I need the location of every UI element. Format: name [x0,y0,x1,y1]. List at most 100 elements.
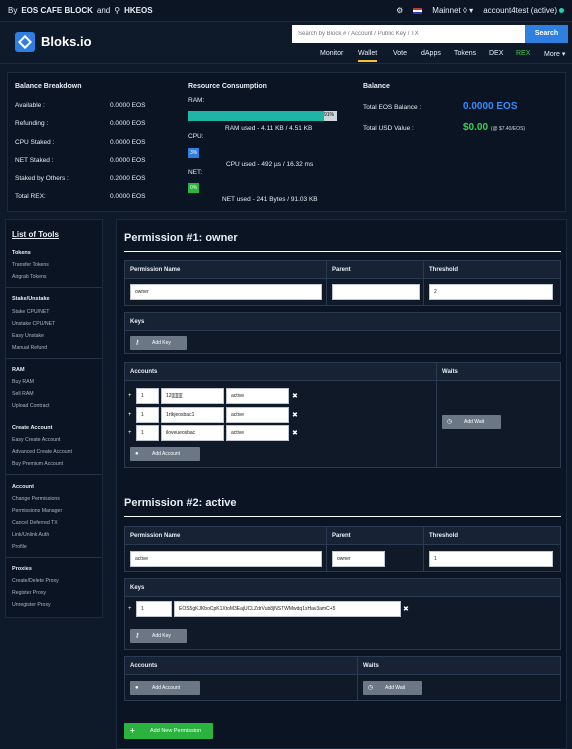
threshold-header: Threshold [429,267,459,273]
settings-icon[interactable]: ⚙ [396,6,403,15]
account-weight-input[interactable]: 1 [136,425,159,441]
active-threshold-input[interactable]: 1 [429,551,553,567]
permission-name-header: Permission Name [130,533,181,539]
owner-threshold-input[interactable]: 2 [429,284,553,300]
nav-monitor[interactable]: Monitor [320,50,343,57]
remove-account-icon[interactable]: ✖ [292,411,298,419]
sidebar-item-permissions-manager[interactable]: Permissions Manager [12,508,62,514]
header: Bloks.io Search Monitor Wallet Vote dApp… [0,22,572,64]
parent-header: Parent [332,533,351,539]
owner-parent-input[interactable] [332,284,420,300]
sidebar-item-transfer-tokens[interactable]: Transfer Tokens [12,262,49,268]
sidebar-item-buy-ram[interactable]: Buy RAM [12,379,34,385]
net-used: NET used - 241 Bytes / 91.03 KB [222,196,318,203]
sidebar-item-upload-contract[interactable]: Upload Contract [12,403,50,409]
account-weight-input[interactable]: 1 [136,388,159,404]
sidebar-item-cancel-deferred[interactable]: Cancel Deferred TX [12,520,58,526]
brand-name[interactable]: Bloks.io [41,34,92,49]
remove-account-icon[interactable]: ✖ [292,429,298,437]
account-name-input[interactable]: 1rtkjeosbac1 [161,407,224,423]
total-usd-label: Total USD Value : [363,125,414,132]
add-new-permission-button[interactable]: + Add New Permission [124,723,213,739]
remove-account-icon[interactable]: ✖ [292,392,298,400]
active-keys-panel: Keys + 1 EOS5gKJKboCpK1XtoM3EajUCLZdrVub… [124,578,561,650]
account-weight-input[interactable]: 1 [136,407,159,423]
plus-icon: + [128,606,132,612]
owner-name-input[interactable]: owner [130,284,322,300]
nav-rex[interactable]: REX [516,50,530,57]
nav-more[interactable]: More ▾ [544,50,565,58]
nav-dapps[interactable]: dApps [421,50,441,57]
sidebar-item-link-auth[interactable]: Link/Unlink Auth [12,532,49,538]
divider [124,251,561,252]
public-key-input[interactable]: EOS5gKJKboCpK1XtoM3EajUCLZdrVub8jNSTWMwd… [174,601,401,617]
sidebar-item-airgrab-tokens[interactable]: Airgrab Tokens [12,274,47,280]
bloks-logo-icon[interactable] [15,32,35,52]
sidebar-section-create-account: Create Account [12,425,53,431]
breakdown-row-rex: Total REX: 0.0000 EOS [15,193,146,200]
sidebar-item-unstake[interactable]: Unstake CPU/NET [12,321,55,327]
add-wait-button[interactable]: ◷ Add Wait [363,681,422,695]
sidebar-item-unregister-proxy[interactable]: Unregister Proxy [12,602,51,608]
active-name-input[interactable]: active [130,551,322,567]
sidebar-section-proxies: Proxies [12,566,32,572]
sidebar-item-stake[interactable]: Stake CPU/NET [12,309,49,315]
nav-tokens[interactable]: Tokens [454,50,476,57]
key-icon: ⚷ [135,633,140,639]
tools-sidebar: List of Tools Tokens Transfer Tokens Air… [5,219,103,618]
chevron-down-icon: ▾ [469,6,474,15]
nav-vote[interactable]: Vote [393,50,407,57]
sidebar-item-premium-account[interactable]: Buy Premium Account [12,461,63,467]
sidebar-section-stake: Stake/Unstake [12,296,50,302]
account-name-input[interactable]: 12[[[[[[[[ [161,388,224,404]
account-permission-input[interactable]: active [226,388,289,404]
key-weight-input[interactable]: 1 [136,601,172,617]
add-key-button[interactable]: ⚷ Add Key [130,629,187,643]
add-key-button[interactable]: ⚷ Add Key [130,336,187,350]
total-usd: $0.00 (@ $7.40/EOS) [463,122,525,133]
tools-title[interactable]: List of Tools [12,230,59,239]
account-name-input[interactable]: iloveueosbac [161,425,224,441]
sidebar-item-register-proxy[interactable]: Register Proxy [12,590,46,596]
breakdown-row-net: NET Staked :0.0000 EOS [15,157,146,164]
network-selector[interactable]: Mainnet ◊ ▾ [432,6,473,15]
top-bar: By EOS CAFE BLOCK and ⚲ HKEOS ⚙ Mainnet … [0,0,572,22]
net-label: NET: [188,169,203,176]
sidebar-item-create-proxy[interactable]: Create/Delete Proxy [12,578,59,584]
plus-icon: + [128,430,132,436]
eos-rate: (@ $7.40/EOS) [490,126,526,132]
add-account-button[interactable]: ● Add Account [130,681,200,695]
account-menu[interactable]: account4test (active) [483,6,564,15]
accounts-header: Accounts [130,369,158,375]
owner-accounts-panel: Accounts Waits + 1 12[[[[[[[[ active ✖ +… [124,362,561,468]
account-permission-input[interactable]: active [226,407,289,423]
account-permission-input[interactable]: active [226,425,289,441]
partner-link[interactable]: HKEOS [124,6,152,15]
sidebar-item-sell-ram[interactable]: Sell RAM [12,391,34,397]
sidebar-item-advanced-create[interactable]: Advanced Create Account [12,449,72,455]
sidebar-item-profile[interactable]: Profile [12,544,27,550]
search-button[interactable]: Search [525,25,568,43]
permission-2-title: Permission #2: active [124,497,237,509]
nav-wallet[interactable]: Wallet [358,50,378,62]
add-account-button[interactable]: ● Add Account [130,447,200,461]
keys-header: Keys [130,585,145,591]
active-parent-input[interactable]: owner [332,551,385,567]
block-producer-link[interactable]: EOS CAFE BLOCK [21,6,93,15]
ram-label: RAM: [188,97,205,104]
sidebar-item-manual-refund[interactable]: Manual Refund [12,345,47,351]
total-eos-value: 0.0000 EOS [463,101,518,112]
nav-dex[interactable]: DEX [489,50,503,57]
sidebar-item-easy-unstake[interactable]: Easy Unstake [12,333,44,339]
sidebar-item-change-permissions[interactable]: Change Permissions [12,496,60,502]
flag-icon[interactable] [413,7,423,14]
permissions-editor: Permission #1: owner Permission Name Par… [116,219,567,749]
add-wait-button[interactable]: ◷ Add Wait [442,415,501,429]
user-icon: ● [135,685,139,691]
sidebar-item-easy-create[interactable]: Easy Create Account [12,437,60,443]
remove-key-icon[interactable]: ✖ [403,605,409,613]
chevron-down-icon: ▾ [561,51,566,58]
cpu-label: CPU: [188,133,204,140]
search-input[interactable] [292,25,525,43]
key-icon: ⚷ [135,340,140,346]
